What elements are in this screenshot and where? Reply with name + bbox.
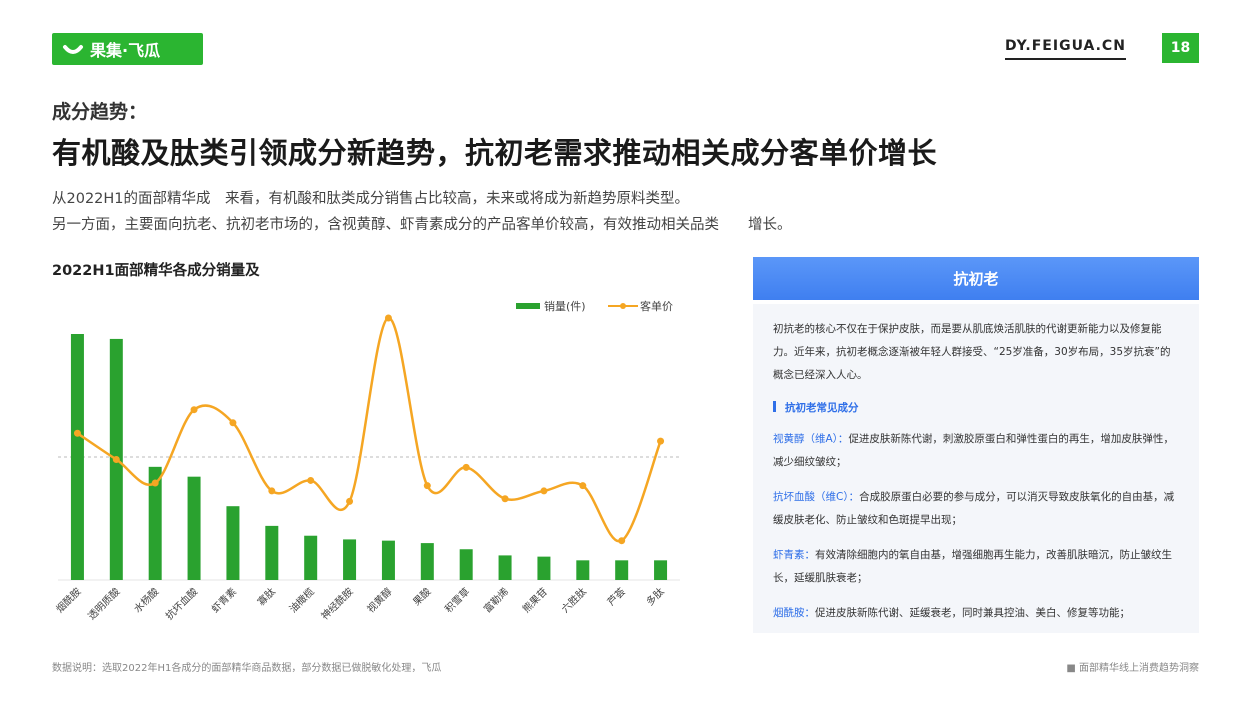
bar — [537, 556, 551, 580]
price-point — [307, 476, 315, 484]
report-name: ■ 面部精华线上消费趋势洞察 — [1066, 663, 1199, 674]
x-tick-label: 水杨酸 — [131, 585, 161, 615]
x-tick-label: 积雪草 — [443, 586, 473, 616]
ingredient-item: 视黄醇（维A）：促进皮肤新陈代谢，刺激胶原蛋白和弹性蛋白的再生，增加皮肤弹性，减… — [773, 428, 1179, 474]
x-tick-label: 虾青素 — [209, 585, 239, 615]
x-tick-label: 神经酰胺 — [318, 585, 355, 622]
description-line-1: 从2022H1的面部精华成 来看，有机酸和肽类成分销售占比较高，未来或将成为新趋… — [52, 191, 690, 207]
price-point — [151, 479, 159, 487]
price-point — [657, 437, 665, 445]
bar — [70, 334, 84, 580]
x-tick-label: 寡肽 — [255, 585, 278, 608]
bar — [654, 560, 668, 580]
info-panel: 初抗老的核心不仅在于保护皮肤，而是要从肌底焕活肌肤的代谢更新能力以及修复能力。近… — [753, 304, 1199, 633]
logo-text: 果集·飞瓜 — [90, 41, 161, 60]
x-tick-label: 多肽 — [643, 585, 666, 608]
chart-title: 2022H1面部精华各成分销量及 — [52, 263, 260, 279]
price-point — [423, 482, 431, 490]
price-point — [346, 497, 354, 505]
price-point — [540, 487, 548, 495]
site-url[interactable]: DY.FEIGUA.CN — [1005, 38, 1126, 60]
ingredient-item: 抗坏血酸（维C）：合成胶原蛋白必要的参与成分，可以消灭导致皮肤氧化的自由基，减缓… — [773, 486, 1179, 532]
price-point — [384, 314, 392, 322]
x-tick-label: 芦荟 — [604, 585, 627, 608]
ingredient-desc: 促进皮肤新陈代谢、延缓衰老，同时兼具控油、美白、修复等功能； — [815, 607, 1130, 619]
ingredient-term: 虾青素： — [773, 549, 815, 561]
bar — [420, 543, 434, 580]
bar — [576, 560, 590, 580]
price-point — [229, 419, 237, 427]
price-line — [76, 316, 662, 543]
x-tick-label: 透明质酸 — [85, 585, 122, 622]
combo-chart: 烟酰胺 透明质酸 水杨酸 抗坏血酸 虾青素 寡肽 油橄榄 神经酰胺 视黄醇 果酸 积雪草 富勒烯 熊果苷… — [53, 314, 680, 622]
section-bar-icon — [773, 401, 776, 412]
x-tick-label: 熊果苷 — [520, 585, 550, 615]
bar — [498, 555, 512, 580]
ingredient-term: 抗坏血酸（维C）： — [773, 491, 860, 503]
ingredient-desc: 有效清除细胞内的氧自由基，增强细胞再生能力，改善肌肤暗沉，防止皱纹生长，延缓肌肤… — [773, 549, 1172, 584]
bar — [187, 476, 201, 580]
page-number: 18 — [1162, 33, 1199, 63]
brand-logo: 果集·飞瓜 — [52, 33, 203, 65]
ingredient-term: 烟酰胺： — [773, 607, 815, 619]
x-tick-label: 烟酰胺 — [53, 585, 83, 615]
ingredient-term: 视黄醇（维A）： — [773, 433, 849, 445]
bar — [226, 506, 240, 580]
x-tick-label: 果酸 — [410, 585, 433, 608]
ingredient-item: 虾青素：有效清除细胞内的氧自由基，增强细胞再生能力，改善肌肤暗沉，防止皱纹生长，… — [773, 544, 1179, 590]
price-point — [618, 537, 626, 545]
price-point — [268, 487, 276, 495]
section-kicker: 成分趋势： — [52, 101, 148, 123]
page-title: 有机酸及肽类引领成分新趋势，抗初老需求推动相关成分客单价增长 — [52, 136, 938, 170]
panel-title: 抗初老 — [753, 257, 1199, 300]
bar — [381, 540, 395, 580]
x-tick-label: 油橄榄 — [286, 585, 316, 615]
price-point — [73, 429, 81, 437]
data-note: 数据说明：选取2022年H1各成分的面部精华商品数据，部分数据已做脱敏化处理，飞… — [52, 663, 442, 674]
section-heading: 抗初老常见成分 — [773, 397, 1179, 420]
bar — [265, 525, 279, 580]
price-point — [190, 406, 198, 414]
logo-icon — [63, 45, 83, 54]
description-line-2: 另一方面，主要面向抗老、抗初老市场的，含视黄醇、虾青素成分的产品客单价较高，有效… — [52, 217, 792, 233]
price-point — [462, 463, 470, 471]
price-point — [112, 455, 120, 463]
section-heading-text: 抗初老常见成分 — [785, 402, 859, 414]
bar — [459, 549, 473, 580]
price-point — [501, 495, 509, 503]
x-tick-label: 富勒烯 — [481, 585, 511, 615]
ingredient-item: 烟酰胺：促进皮肤新陈代谢、延缓衰老，同时兼具控油、美白、修复等功能； — [773, 602, 1179, 625]
bar — [615, 560, 629, 580]
bar — [304, 535, 318, 580]
price-point — [579, 482, 587, 490]
panel-intro: 初抗老的核心不仅在于保护皮肤，而是要从肌底焕活肌肤的代谢更新能力以及修复能力。近… — [773, 323, 1171, 381]
bar — [343, 539, 357, 580]
x-tick-label: 抗坏血酸 — [163, 585, 200, 622]
x-tick-label: 六胜肽 — [559, 585, 589, 615]
x-tick-label: 视黄醇 — [364, 585, 394, 615]
